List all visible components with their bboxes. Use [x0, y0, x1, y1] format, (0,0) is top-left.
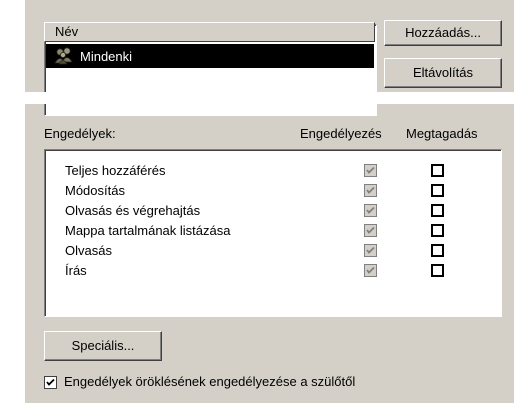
permission-row: Módosítás [45, 181, 501, 201]
group-users-icon [52, 47, 76, 65]
allow-checkbox [364, 204, 377, 217]
permission-name: Olvasás és végrehajtás [65, 203, 201, 218]
deny-checkbox[interactable] [431, 224, 444, 237]
allow-column-header: Engedélyezés [300, 126, 382, 141]
allow-checkbox [364, 164, 377, 177]
permission-name: Írás [65, 263, 87, 278]
remove-button[interactable]: Eltávolítás [384, 58, 502, 88]
permission-row: Olvasás [45, 241, 501, 261]
list-item-everyone[interactable]: Mindenki [46, 44, 374, 68]
permission-name: Olvasás [65, 243, 112, 258]
permissions-title: Engedélyek: [44, 126, 116, 141]
deny-checkbox[interactable] [431, 264, 444, 277]
permission-row: Teljes hozzáférés [45, 161, 501, 181]
allow-checkbox [364, 264, 377, 277]
deny-checkbox[interactable] [431, 184, 444, 197]
add-button[interactable]: Hozzáadás... [384, 20, 502, 46]
permission-name: Mappa tartalmának listázása [65, 223, 231, 238]
permission-row: Olvasás és végrehajtás [45, 201, 501, 221]
allow-checkbox [364, 184, 377, 197]
column-header-name[interactable]: Név [44, 22, 375, 42]
permission-row: Írás [45, 261, 501, 281]
permission-row: Mappa tartalmának listázása [45, 221, 501, 241]
special-button[interactable]: Speciális... [44, 331, 162, 361]
deny-checkbox[interactable] [431, 204, 444, 217]
allow-checkbox [364, 224, 377, 237]
deny-column-header: Megtagadás [406, 126, 478, 141]
inherit-checkbox[interactable] [44, 376, 57, 389]
inherit-label[interactable]: Engedélyek öröklésének engedélyezése a s… [64, 374, 355, 389]
deny-checkbox[interactable] [431, 244, 444, 257]
deny-checkbox[interactable] [431, 164, 444, 177]
permission-name: Teljes hozzáférés [65, 163, 166, 178]
permissions-list: Teljes hozzáférés Módosítás Olvasás és v… [44, 149, 502, 317]
permission-name: Módosítás [65, 183, 125, 198]
allow-checkbox [364, 244, 377, 257]
list-item-label: Mindenki [80, 48, 133, 64]
screenshot-gap [0, 92, 514, 104]
